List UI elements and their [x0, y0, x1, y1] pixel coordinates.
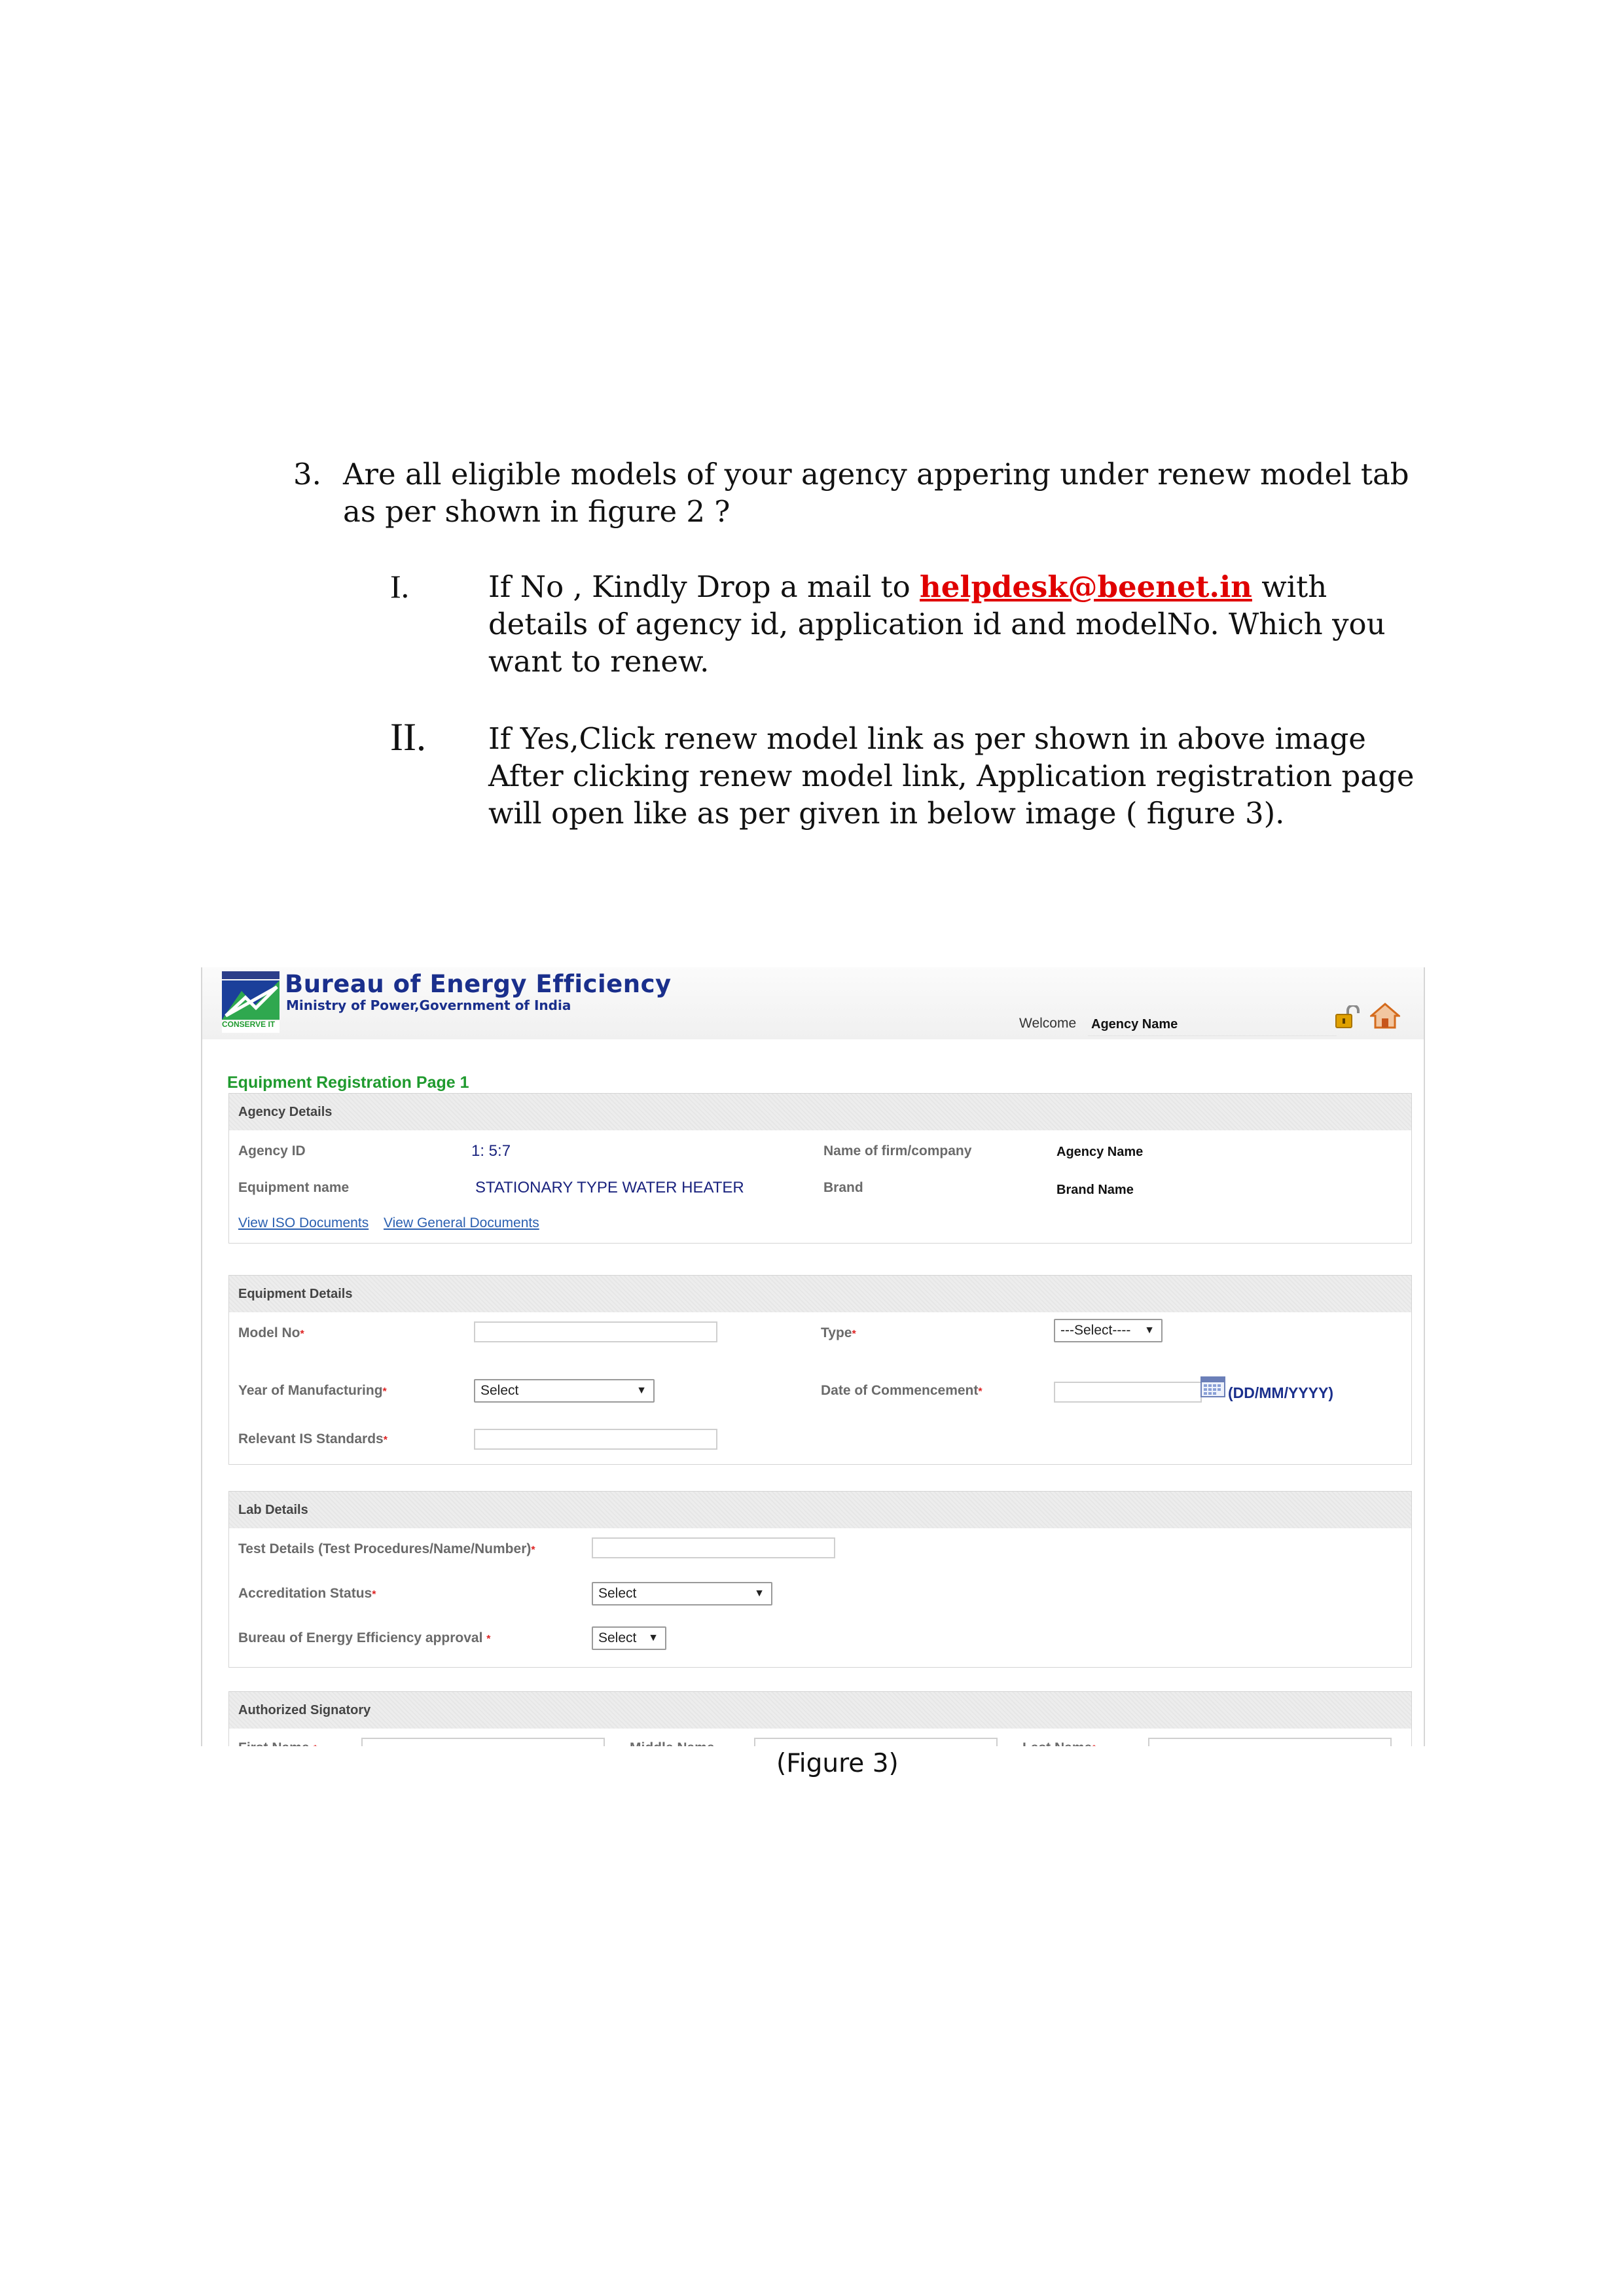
brand-value: Brand Name — [1056, 1183, 1134, 1197]
middle-name-input[interactable] — [754, 1738, 998, 1746]
type-select[interactable]: ---Select---- ▼ — [1054, 1319, 1163, 1342]
page-title: Equipment Registration Page 1 — [227, 1073, 469, 1092]
middle-name-label: Middle Name — [630, 1740, 715, 1746]
question-text: Are all eligible models of your agency a… — [343, 457, 1409, 529]
org-subtitle: Ministry of Power,Government of India — [286, 997, 571, 1013]
first-name-label: First Name * — [238, 1740, 317, 1746]
option-two-text: If Yes,Click renew model link as per sho… — [488, 721, 1415, 831]
option-two-numeral: II. — [390, 715, 426, 759]
home-icon[interactable] — [1370, 1003, 1400, 1029]
chevron-down-icon: ▼ — [636, 1385, 647, 1396]
view-general-documents-link[interactable]: View General Documents — [384, 1215, 539, 1231]
relevant-is-standards-label: Relevant IS Standards* — [238, 1431, 388, 1446]
chevron-down-icon: ▼ — [754, 1588, 765, 1599]
question-number: 3. — [293, 457, 321, 492]
site-header: CONSERVE IT Bureau of Energy Efficiency … — [202, 967, 1424, 1039]
type-label: Type* — [821, 1325, 856, 1340]
date-of-commencement-label: Date of Commencement* — [821, 1383, 983, 1398]
lab-details-panel: Lab Details Test Details (Test Procedure… — [228, 1491, 1412, 1668]
view-iso-documents-link[interactable]: View ISO Documents — [238, 1215, 369, 1231]
authorized-signatory-panel: Authorized Signatory First Name * Middle… — [228, 1691, 1412, 1746]
equipment-details-panel: Equipment Details Model No* Type* ---Sel… — [228, 1275, 1412, 1465]
agency-id-value: 1: 5:7 — [471, 1142, 511, 1160]
bee-approval-label: Bureau of Energy Efficiency approval * — [238, 1630, 491, 1645]
option-one-text: If No , Kindly Drop a mail to helpdesk@b… — [488, 568, 1431, 680]
date-format-hint: (DD/MM/YYYY) — [1228, 1384, 1333, 1401]
welcome-user: Agency Name — [1091, 1017, 1178, 1031]
option-one-text-before: If No , Kindly Drop a mail to — [488, 569, 920, 604]
figure-caption: (Figure 3) — [776, 1749, 899, 1778]
model-no-label: Model No* — [238, 1325, 304, 1340]
option-one-numeral: I. — [390, 568, 410, 605]
chevron-down-icon: ▼ — [648, 1632, 659, 1643]
last-name-input[interactable] — [1148, 1738, 1392, 1746]
year-of-manufacturing-label: Year of Manufacturing* — [238, 1383, 387, 1398]
accreditation-status-select[interactable]: Select ▼ — [592, 1582, 772, 1605]
agency-details-heading: Agency Details — [229, 1094, 1411, 1130]
agency-id-label: Agency ID — [238, 1143, 306, 1158]
relevant-is-standards-input[interactable] — [474, 1429, 717, 1450]
chevron-down-icon: ▼ — [1144, 1325, 1155, 1336]
accreditation-status-label: Accreditation Status* — [238, 1586, 376, 1601]
model-no-input[interactable] — [474, 1321, 717, 1342]
test-details-input[interactable] — [592, 1537, 835, 1558]
org-name: Bureau of Energy Efficiency — [285, 970, 672, 998]
bee-approval-select[interactable]: Select ▼ — [592, 1626, 666, 1650]
authorized-signatory-heading: Authorized Signatory — [229, 1692, 1411, 1729]
welcome-label: Welcome — [1019, 1016, 1077, 1031]
logo-caption: CONSERVE IT — [222, 1020, 276, 1029]
date-of-commencement-input[interactable] — [1054, 1382, 1202, 1403]
year-of-manufacturing-select[interactable]: Select ▼ — [474, 1379, 655, 1403]
calendar-icon[interactable] — [1200, 1375, 1225, 1397]
test-details-label: Test Details (Test Procedures/Name/Numbe… — [238, 1541, 535, 1556]
last-name-label: Last Name* — [1022, 1740, 1096, 1746]
first-name-input[interactable] — [361, 1738, 605, 1746]
brand-label: Brand — [823, 1180, 863, 1195]
equipment-details-heading: Equipment Details — [229, 1276, 1411, 1312]
equipment-name-label: Equipment name — [238, 1180, 350, 1195]
equipment-name-value: STATIONARY TYPE WATER HEATER — [475, 1179, 744, 1196]
firm-value: Agency Name — [1056, 1145, 1144, 1159]
registration-page-screenshot: CONSERVE IT Bureau of Energy Efficiency … — [201, 967, 1425, 1746]
agency-details-panel: Agency Details Agency ID 1: 5:7 Name of … — [228, 1093, 1412, 1244]
logout-lock-icon[interactable] — [1333, 1005, 1360, 1029]
helpdesk-email-link[interactable]: helpdesk@beenet.in — [920, 569, 1252, 604]
welcome-underline — [1088, 1035, 1337, 1036]
lab-details-heading: Lab Details — [229, 1492, 1411, 1528]
firm-label: Name of firm/company — [823, 1143, 972, 1158]
